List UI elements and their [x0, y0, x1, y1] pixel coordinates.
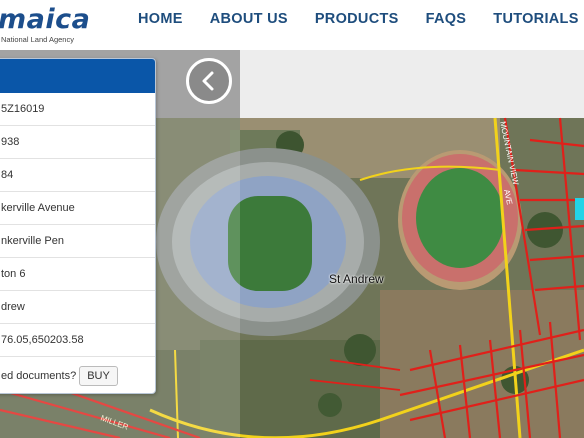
nav-home[interactable]: HOME	[138, 11, 183, 27]
parcel-field-parish: drew	[0, 291, 155, 324]
main-nav: HOME ABOUT US PRODUCTS FAQS TUTORIALS C	[138, 11, 584, 27]
nav-about-us[interactable]: ABOUT US	[210, 11, 288, 27]
nav-faqs[interactable]: FAQS	[426, 11, 467, 27]
panel-toggle-button[interactable]	[186, 58, 232, 104]
documents-row: ed documents? BUY	[0, 357, 155, 393]
documents-question: ed documents?	[1, 370, 77, 382]
chevron-left-icon	[202, 71, 214, 91]
site-header: maica National Land Agency HOME ABOUT US…	[0, 0, 584, 50]
parcel-field-valuation-number: 5Z16019	[0, 93, 155, 126]
buy-button[interactable]: BUY	[79, 366, 118, 386]
nav-tutorials[interactable]: TUTORIALS	[493, 11, 578, 27]
logo-subtitle: National Land Agency	[1, 35, 74, 44]
site-logo[interactable]: maica	[0, 4, 90, 35]
panel-header	[0, 59, 155, 93]
map-place-label: St Andrew	[329, 272, 384, 286]
parcel-field-street: kerville Avenue	[0, 192, 155, 225]
parcel-info-panel: 5Z16019 938 84 kerville Avenue nkerville…	[0, 58, 156, 394]
parcel-field-volume: 938	[0, 126, 155, 159]
parcel-field-folio: 84	[0, 159, 155, 192]
nav-products[interactable]: PRODUCTS	[315, 11, 399, 27]
parcel-field-district: nkerville Pen	[0, 225, 155, 258]
parcel-field-coordinates: 76.05,650203.58	[0, 324, 155, 357]
parcel-field-postal-zone: ton 6	[0, 258, 155, 291]
